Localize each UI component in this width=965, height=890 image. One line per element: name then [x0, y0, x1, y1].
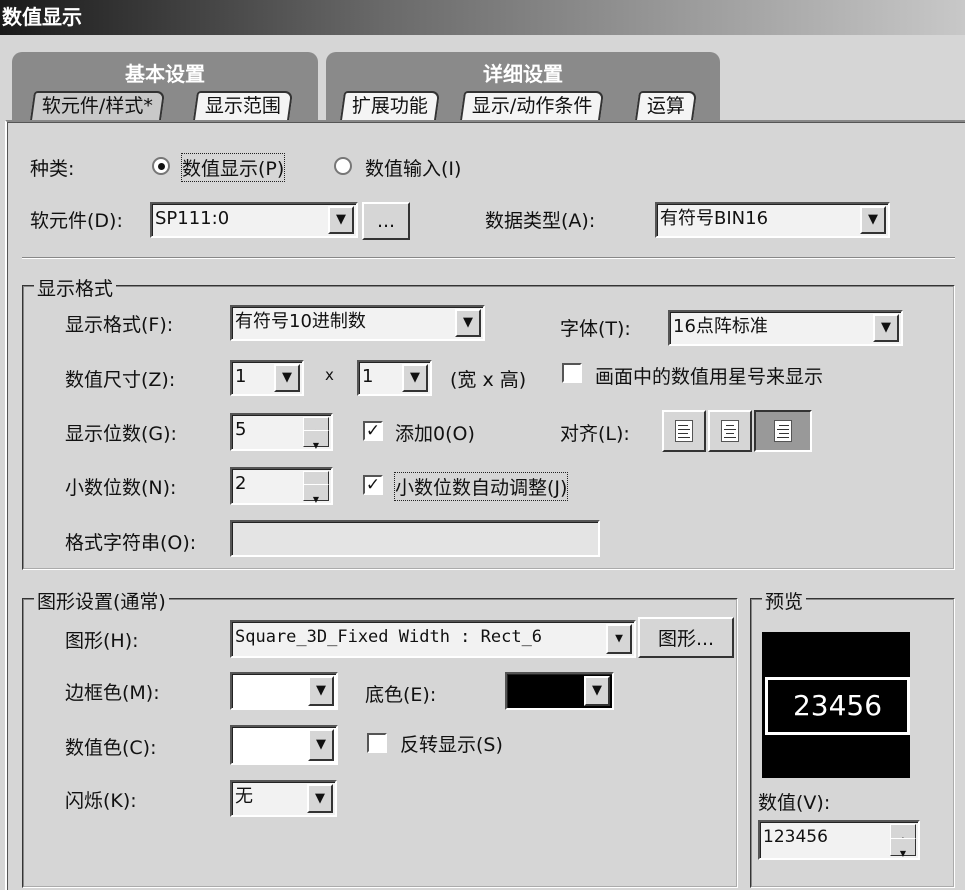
shape-button[interactable]: 图形... — [638, 617, 734, 658]
asterisk-checkbox[interactable] — [562, 363, 582, 383]
value-color-label: 数值色(C): — [65, 737, 157, 759]
frame-color-label: 边框色(M): — [65, 682, 160, 704]
align-label: 对齐(L): — [560, 423, 630, 445]
invert-checkbox[interactable] — [367, 733, 387, 753]
display-format-legend: 显示格式 — [34, 274, 117, 301]
preview-value-spinner[interactable]: 123456▲▼ — [758, 820, 920, 860]
type-label: 种类: — [30, 158, 75, 180]
align-center-button[interactable] — [708, 410, 752, 452]
blink-combo[interactable]: 无 ▼ — [230, 780, 337, 817]
tab-operation[interactable]: 运算 — [634, 91, 698, 121]
format-label: 显示格式(F): — [65, 314, 174, 336]
align-center-icon — [721, 420, 739, 442]
tab-group-basic-label: 基本设置 — [125, 62, 205, 86]
align-right-icon — [774, 420, 792, 442]
preview-value-display: 23456 — [765, 677, 910, 735]
chevron-down-icon[interactable]: ▼ — [455, 309, 481, 337]
radio-numeric-display[interactable] — [152, 157, 170, 175]
align-left-button[interactable] — [662, 410, 706, 452]
chevron-down-icon[interactable]: ▼ — [860, 206, 886, 234]
base-color-picker[interactable]: ▼ — [505, 672, 614, 710]
auto-decimal-label: 小数位数自动调整(J) — [393, 472, 569, 501]
size-x: x — [325, 366, 334, 384]
auto-decimal-checkbox[interactable]: ✓ — [363, 475, 383, 495]
separator — [22, 257, 955, 259]
chevron-down-icon[interactable]: ▼ — [307, 784, 333, 813]
numeric-display-label[interactable]: 数值显示(P) — [180, 153, 286, 182]
digits-spinner[interactable]: 5▲▼ — [230, 413, 333, 451]
format-string-input[interactable] — [230, 520, 600, 557]
value-color-picker[interactable]: ▼ — [230, 725, 338, 765]
chevron-down-icon[interactable]: ▼ — [606, 624, 632, 654]
preview-shape: 23456 — [762, 632, 910, 778]
tab-extended[interactable]: 扩展功能 — [339, 91, 441, 121]
spin-down-icon[interactable]: ▼ — [303, 430, 329, 449]
device-label: 软元件(D): — [30, 210, 123, 232]
preview-value-label: 数值(V): — [758, 792, 831, 814]
add-zero-checkbox[interactable]: ✓ — [363, 421, 383, 441]
add-zero-label: 添加0(O) — [395, 423, 475, 445]
chevron-down-icon[interactable]: ▼ — [873, 314, 899, 342]
data-type-combo[interactable]: 有符号BIN16 ▼ — [655, 202, 890, 238]
chevron-down-icon[interactable]: ▼ — [308, 676, 334, 706]
device-browse-button[interactable]: ... — [362, 202, 410, 240]
shape-settings-legend: 图形设置(通常) — [34, 587, 169, 614]
format-string-label: 格式字符串(O): — [65, 532, 197, 554]
tab-display-range[interactable]: 显示范围 — [192, 91, 294, 121]
digits-label: 显示位数(G): — [65, 423, 177, 445]
size-label: 数值尺寸(Z): — [65, 369, 176, 391]
window-title: 数值显示 — [2, 5, 82, 29]
chevron-down-icon[interactable]: ▼ — [584, 676, 610, 706]
preview-legend: 预览 — [762, 587, 807, 614]
align-right-button[interactable] — [754, 410, 812, 452]
base-color-label: 底色(E): — [365, 684, 437, 706]
asterisk-label: 画面中的数值用星号来显示 — [595, 366, 824, 388]
shape-combo[interactable]: Square_3D_Fixed Width : Rect_6 ▼ — [230, 620, 636, 658]
data-type-label: 数据类型(A): — [485, 210, 596, 232]
size-height-combo[interactable]: 1 ▼ — [357, 360, 432, 396]
size-width-combo[interactable]: 1 ▼ — [230, 360, 304, 396]
decimals-spinner[interactable]: 2▲▼ — [230, 467, 333, 505]
format-combo[interactable]: 有符号10进制数 ▼ — [230, 305, 485, 341]
title-bar: 数值显示 — [0, 0, 965, 35]
device-combo[interactable]: SP111:0 ▼ — [150, 202, 358, 238]
tab-display-condition[interactable]: 显示/动作条件 — [459, 91, 605, 121]
spin-down-icon[interactable]: ▼ — [890, 838, 916, 858]
chevron-down-icon[interactable]: ▼ — [402, 364, 428, 392]
chevron-down-icon[interactable]: ▼ — [274, 364, 300, 392]
decimals-label: 小数位数(N): — [65, 477, 177, 499]
radio-numeric-input[interactable] — [334, 157, 352, 175]
invert-label: 反转显示(S) — [400, 734, 503, 756]
font-label: 字体(T): — [560, 318, 631, 340]
numeric-input-label[interactable]: 数值输入(I) — [365, 154, 461, 181]
tab-group-detail-label: 详细设置 — [483, 62, 563, 86]
blink-label: 闪烁(K): — [65, 790, 137, 812]
font-combo[interactable]: 16点阵标准 ▼ — [668, 310, 903, 346]
shape-label: 图形(H): — [65, 630, 139, 652]
chevron-down-icon[interactable]: ▼ — [328, 206, 354, 234]
tab-device-style[interactable]: 软元件/样式* — [29, 91, 166, 121]
align-left-icon — [675, 420, 693, 442]
spin-down-icon[interactable]: ▼ — [303, 484, 329, 503]
size-hint: (宽 x 高) — [450, 369, 527, 391]
frame-color-picker[interactable]: ▼ — [230, 672, 338, 710]
chevron-down-icon[interactable]: ▼ — [308, 729, 334, 761]
